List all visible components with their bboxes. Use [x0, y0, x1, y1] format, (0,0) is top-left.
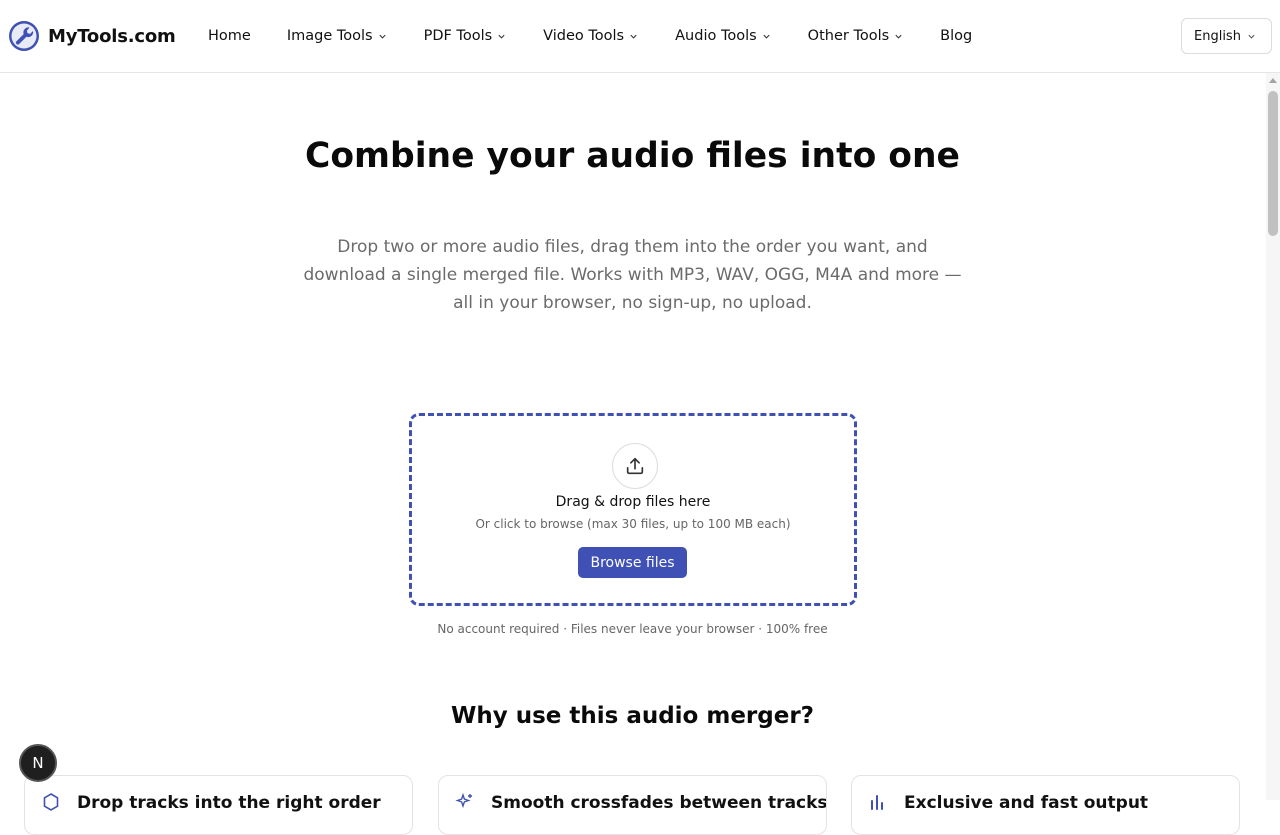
chevron-down-icon — [378, 34, 386, 39]
nav-home-label: Home — [208, 28, 251, 44]
floating-n-badge[interactable]: N — [19, 744, 57, 782]
language-select[interactable]: English — [1181, 18, 1272, 54]
chart-icon — [871, 795, 883, 810]
feature-card-title: Smooth crossfades between tracks — [491, 793, 827, 813]
chevron-down-icon — [763, 34, 770, 39]
main-nav: Home Image Tools PDF Tools Video Tools A… — [208, 26, 972, 46]
nav-pdf-tools[interactable]: PDF Tools — [424, 28, 507, 44]
page-title: Combine your audio files into one — [305, 136, 960, 176]
nav-video-tools-label: Video Tools — [543, 28, 625, 44]
page-scrollbar[interactable] — [1266, 73, 1280, 800]
trust-line: No account required · Files never leave … — [437, 622, 828, 636]
wrench-logo-icon — [9, 21, 39, 51]
dropzone-title: Drag & drop files here — [555, 494, 711, 510]
nav-audio-tools[interactable]: Audio Tools — [675, 28, 771, 44]
nav-image-tools-label: Image Tools — [286, 28, 373, 44]
hexagon-icon — [43, 793, 59, 811]
brand-name: MyTools.com — [48, 25, 176, 47]
page-subtitle: Drop two or more audio files, drag them … — [303, 237, 962, 313]
nav-video-tools[interactable]: Video Tools — [543, 28, 638, 44]
nav-pdf-tools-label: PDF Tools — [423, 28, 493, 44]
chevron-down-icon — [498, 34, 505, 39]
chevron-down-icon — [1248, 34, 1255, 39]
site-header: MyTools.com Home Image Tools PDF Tools V… — [0, 0, 1280, 73]
nav-blog[interactable]: Blog — [940, 28, 972, 44]
upload-icon-circle — [612, 443, 658, 489]
language-selected: English — [1194, 28, 1241, 44]
nav-image-tools[interactable]: Image Tools — [287, 28, 387, 44]
feature-card: Exclusive and fast output — [851, 775, 1240, 835]
feature-card-title: Exclusive and fast output — [904, 793, 1149, 813]
site-logo[interactable]: MyTools.com — [8, 20, 176, 52]
feature-card: Drop tracks into the right order — [24, 775, 413, 835]
nav-other-tools-label: Other Tools — [807, 28, 890, 44]
nav-home[interactable]: Home — [208, 28, 251, 44]
nav-other-tools[interactable]: Other Tools — [808, 28, 904, 44]
upload-icon — [626, 457, 644, 475]
chevron-down-icon — [895, 34, 902, 39]
scrollbar-thumb[interactable] — [1268, 91, 1278, 236]
why-section-title: Why use this audio merger? — [450, 703, 815, 729]
file-dropzone[interactable]: Drag & drop files here Or click to brows… — [409, 413, 857, 606]
browse-files-button[interactable]: Browse files — [578, 547, 687, 578]
scroll-up-arrow-icon[interactable] — [1269, 77, 1277, 83]
feature-card: Smooth crossfades between tracks — [438, 775, 827, 835]
nav-blog-label: Blog — [940, 28, 973, 44]
chevron-down-icon — [630, 34, 637, 39]
feature-card-title: Drop tracks into the right order — [77, 793, 381, 813]
dropzone-hint: Or click to browse (max 30 files, up to … — [475, 517, 791, 531]
nav-audio-tools-label: Audio Tools — [675, 28, 757, 44]
sparkle-icon — [455, 792, 472, 809]
